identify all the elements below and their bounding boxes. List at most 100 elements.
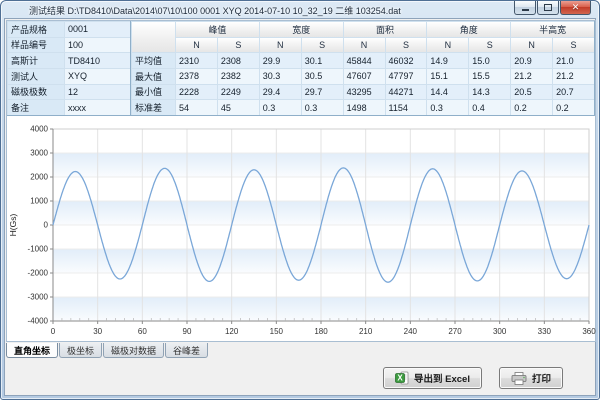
stats-table: 峰值宽度面积角度半高宽NSNSNSNSNS平均值2310230829.930.1…: [131, 21, 595, 116]
stats-cell: 0.2: [510, 99, 552, 115]
stats-cell: 2249: [217, 84, 259, 100]
stats-cell: 14.9: [426, 52, 468, 68]
stats-sub-header: S: [552, 37, 594, 53]
stats-group-header: 半高宽: [510, 21, 594, 37]
stats-cell: 29.9: [259, 52, 301, 68]
stats-cell: 0.3: [426, 99, 468, 115]
stats-group-header: 峰值: [175, 21, 259, 37]
stats-sub-header: N: [259, 37, 301, 53]
stats-sub-header: N: [175, 37, 217, 53]
x-tick-label: 30: [93, 327, 102, 336]
info-label: 高斯计: [7, 52, 64, 68]
printer-icon: [511, 372, 527, 385]
y-tick-label: -3000: [28, 293, 49, 302]
stats-cell: 54: [175, 99, 217, 115]
x-tick-label: 360: [582, 327, 596, 336]
close-button[interactable]: ✕: [560, 1, 591, 15]
info-value: xxxx: [64, 99, 130, 115]
stats-cell: 29.4: [259, 84, 301, 100]
stats-group-header: 面积: [343, 21, 427, 37]
minimize-button[interactable]: [514, 1, 536, 15]
stats-sub-header: S: [217, 37, 259, 53]
stats-sub-header: S: [301, 37, 343, 53]
stats-cell: 1498: [343, 99, 385, 115]
tab-pole-pair-data[interactable]: 磁极对数据: [103, 343, 164, 358]
maximize-button[interactable]: [537, 1, 559, 15]
stats-cell: 43295: [343, 84, 385, 100]
stats-cell: 15.1: [426, 68, 468, 84]
x-tick-label: 330: [538, 327, 552, 336]
stats-cell: 20.9: [510, 52, 552, 68]
y-tick-label: -1000: [28, 245, 49, 254]
waveform-chart: 0306090120150180210240270300330360400030…: [7, 116, 596, 342]
x-tick-label: 150: [270, 327, 284, 336]
x-tick-label: 90: [183, 327, 192, 336]
stats-cell: 2378: [175, 68, 217, 84]
stats-cell: 44271: [385, 84, 427, 100]
stats-cell: 21.0: [552, 52, 594, 68]
svg-text:X: X: [397, 374, 403, 383]
stats-group-header: 宽度: [259, 21, 343, 37]
stats-cell: 30.5: [301, 68, 343, 84]
stats-row-label: 最大值: [131, 68, 175, 84]
tab-polar[interactable]: 极坐标: [59, 343, 102, 358]
stats-cell: 14.3: [468, 84, 510, 100]
window-title: 测试结果 D:\TD8410\Data\2014\07\10\100 0001 …: [29, 4, 401, 17]
info-label: 测试人: [7, 68, 64, 84]
stats-cell: 30.1: [301, 52, 343, 68]
info-value: XYQ: [64, 68, 130, 84]
stats-cell: 2228: [175, 84, 217, 100]
x-tick-label: 300: [493, 327, 507, 336]
stats-cell: 0.3: [259, 99, 301, 115]
stats-row-label: 最小值: [131, 84, 175, 100]
y-tick-label: 1000: [30, 197, 48, 206]
stats-cell: 21.2: [510, 68, 552, 84]
stats-sub-header: N: [343, 37, 385, 53]
stats-cell: 2310: [175, 52, 217, 68]
stats-cell: 14.4: [426, 84, 468, 100]
stats-sub-header: N: [510, 37, 552, 53]
info-value: 12: [64, 84, 130, 100]
print-label: 打印: [532, 371, 551, 385]
x-tick-label: 180: [314, 327, 328, 336]
stats-cell: 0.2: [552, 99, 594, 115]
y-tick-label: -4000: [28, 317, 49, 326]
stats-cell: 15.0: [468, 52, 510, 68]
stats-cell: 0.3: [301, 99, 343, 115]
stats-sub-header: N: [426, 37, 468, 53]
y-tick-label: -2000: [28, 269, 49, 278]
stats-cell: 2382: [217, 68, 259, 84]
stats-cell: 45: [217, 99, 259, 115]
stats-cell: 15.5: [468, 68, 510, 84]
window-controls: ✕: [513, 1, 591, 15]
button-bar: X 导出到 Excel 打印: [383, 367, 563, 389]
y-tick-label: 4000: [30, 125, 48, 134]
title-bar[interactable]: 测试结果 D:\TD8410\Data\2014\07\10\100 0001 …: [1, 1, 599, 18]
x-tick-label: 270: [448, 327, 462, 336]
maximize-icon: [544, 4, 552, 11]
app-window: 测试结果 D:\TD8410\Data\2014\07\10\100 0001 …: [0, 0, 600, 400]
stats-sub-header: S: [385, 37, 427, 53]
export-excel-button[interactable]: X 导出到 Excel: [383, 367, 482, 389]
minimize-icon: [522, 9, 529, 11]
info-value: 0001: [64, 21, 130, 37]
info-label: 产品规格: [7, 21, 64, 37]
y-tick-label: 3000: [30, 149, 48, 158]
tab-valley-peak-diff[interactable]: 谷峰差: [165, 343, 208, 358]
stats-cell: 1154: [385, 99, 427, 115]
info-value: 100: [64, 37, 130, 53]
stats-group-header: 角度: [426, 21, 510, 37]
stats-corner: [131, 21, 175, 52]
info-table: 产品规格0001样品编号100高斯计TD8410测试人XYQ磁极极数12备注xx…: [7, 21, 131, 116]
stats-cell: 0.4: [468, 99, 510, 115]
info-label: 磁极极数: [7, 84, 64, 100]
print-button[interactable]: 打印: [499, 367, 563, 389]
stats-row-label: 标准差: [131, 99, 175, 115]
close-icon: ✕: [572, 3, 580, 12]
stats-cell: 45844: [343, 52, 385, 68]
results-panel: 产品规格0001样品编号100高斯计TD8410测试人XYQ磁极极数12备注xx…: [6, 20, 596, 342]
info-value: TD8410: [64, 52, 130, 68]
stats-row-label: 平均值: [131, 52, 175, 68]
tab-cartesian[interactable]: 直角坐标: [6, 343, 58, 358]
stats-cell: 2308: [217, 52, 259, 68]
